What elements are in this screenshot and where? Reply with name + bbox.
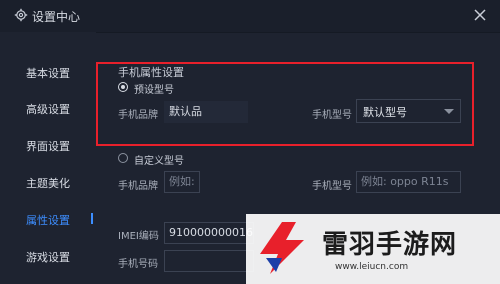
watermark-url: www.leiucn.com: [335, 262, 409, 272]
window-title: 设置中心: [32, 10, 81, 24]
phone-number-label: 手机号码: [118, 259, 158, 270]
section-title: 手机属性设置: [118, 66, 184, 79]
preset-model-radio[interactable]: [118, 82, 128, 92]
custom-model-field[interactable]: 例如: oppo R11s: [356, 171, 461, 193]
custom-brand-field[interactable]: 例如: (: [164, 171, 200, 193]
preset-brand-field[interactable]: 默认品: [164, 101, 248, 123]
sidebar-item-advanced[interactable]: 高级设置: [26, 101, 70, 117]
imei-field[interactable]: 910000000016269: [164, 222, 254, 244]
active-indicator: [91, 213, 93, 224]
watermark-text: 雷羽手游网: [322, 230, 458, 260]
sidebar-item-game[interactable]: 游戏设置: [26, 249, 70, 265]
watermark-logo-icon: [260, 222, 304, 274]
preset-brand-label: 手机品牌: [118, 110, 158, 121]
phone-number-field[interactable]: [164, 250, 254, 272]
preset-model-label[interactable]: 预设型号: [134, 81, 174, 96]
model-select-value: 默认型号: [363, 106, 407, 119]
custom-model-type-label: 手机型号: [312, 181, 352, 192]
custom-brand-label: 手机品牌: [118, 181, 158, 192]
imei-label: IMEI编码: [118, 231, 159, 242]
sidebar-item-interface[interactable]: 界面设置: [26, 138, 70, 154]
sidebar-item-properties[interactable]: 属性设置: [26, 212, 70, 228]
sidebar-item-basic[interactable]: 基本设置: [26, 65, 70, 81]
close-icon[interactable]: [472, 7, 488, 23]
title-bar: 设置中心: [0, 0, 500, 33]
custom-model-radio[interactable]: [118, 153, 128, 163]
gear-icon: [14, 8, 28, 22]
sidebar-item-theme[interactable]: 主题美化: [26, 175, 70, 191]
preset-model-type-label: 手机型号: [312, 110, 352, 121]
model-select[interactable]: 默认型号: [356, 99, 461, 123]
custom-model-label[interactable]: 自定义型号: [134, 152, 184, 167]
chevron-down-icon: [444, 109, 454, 114]
